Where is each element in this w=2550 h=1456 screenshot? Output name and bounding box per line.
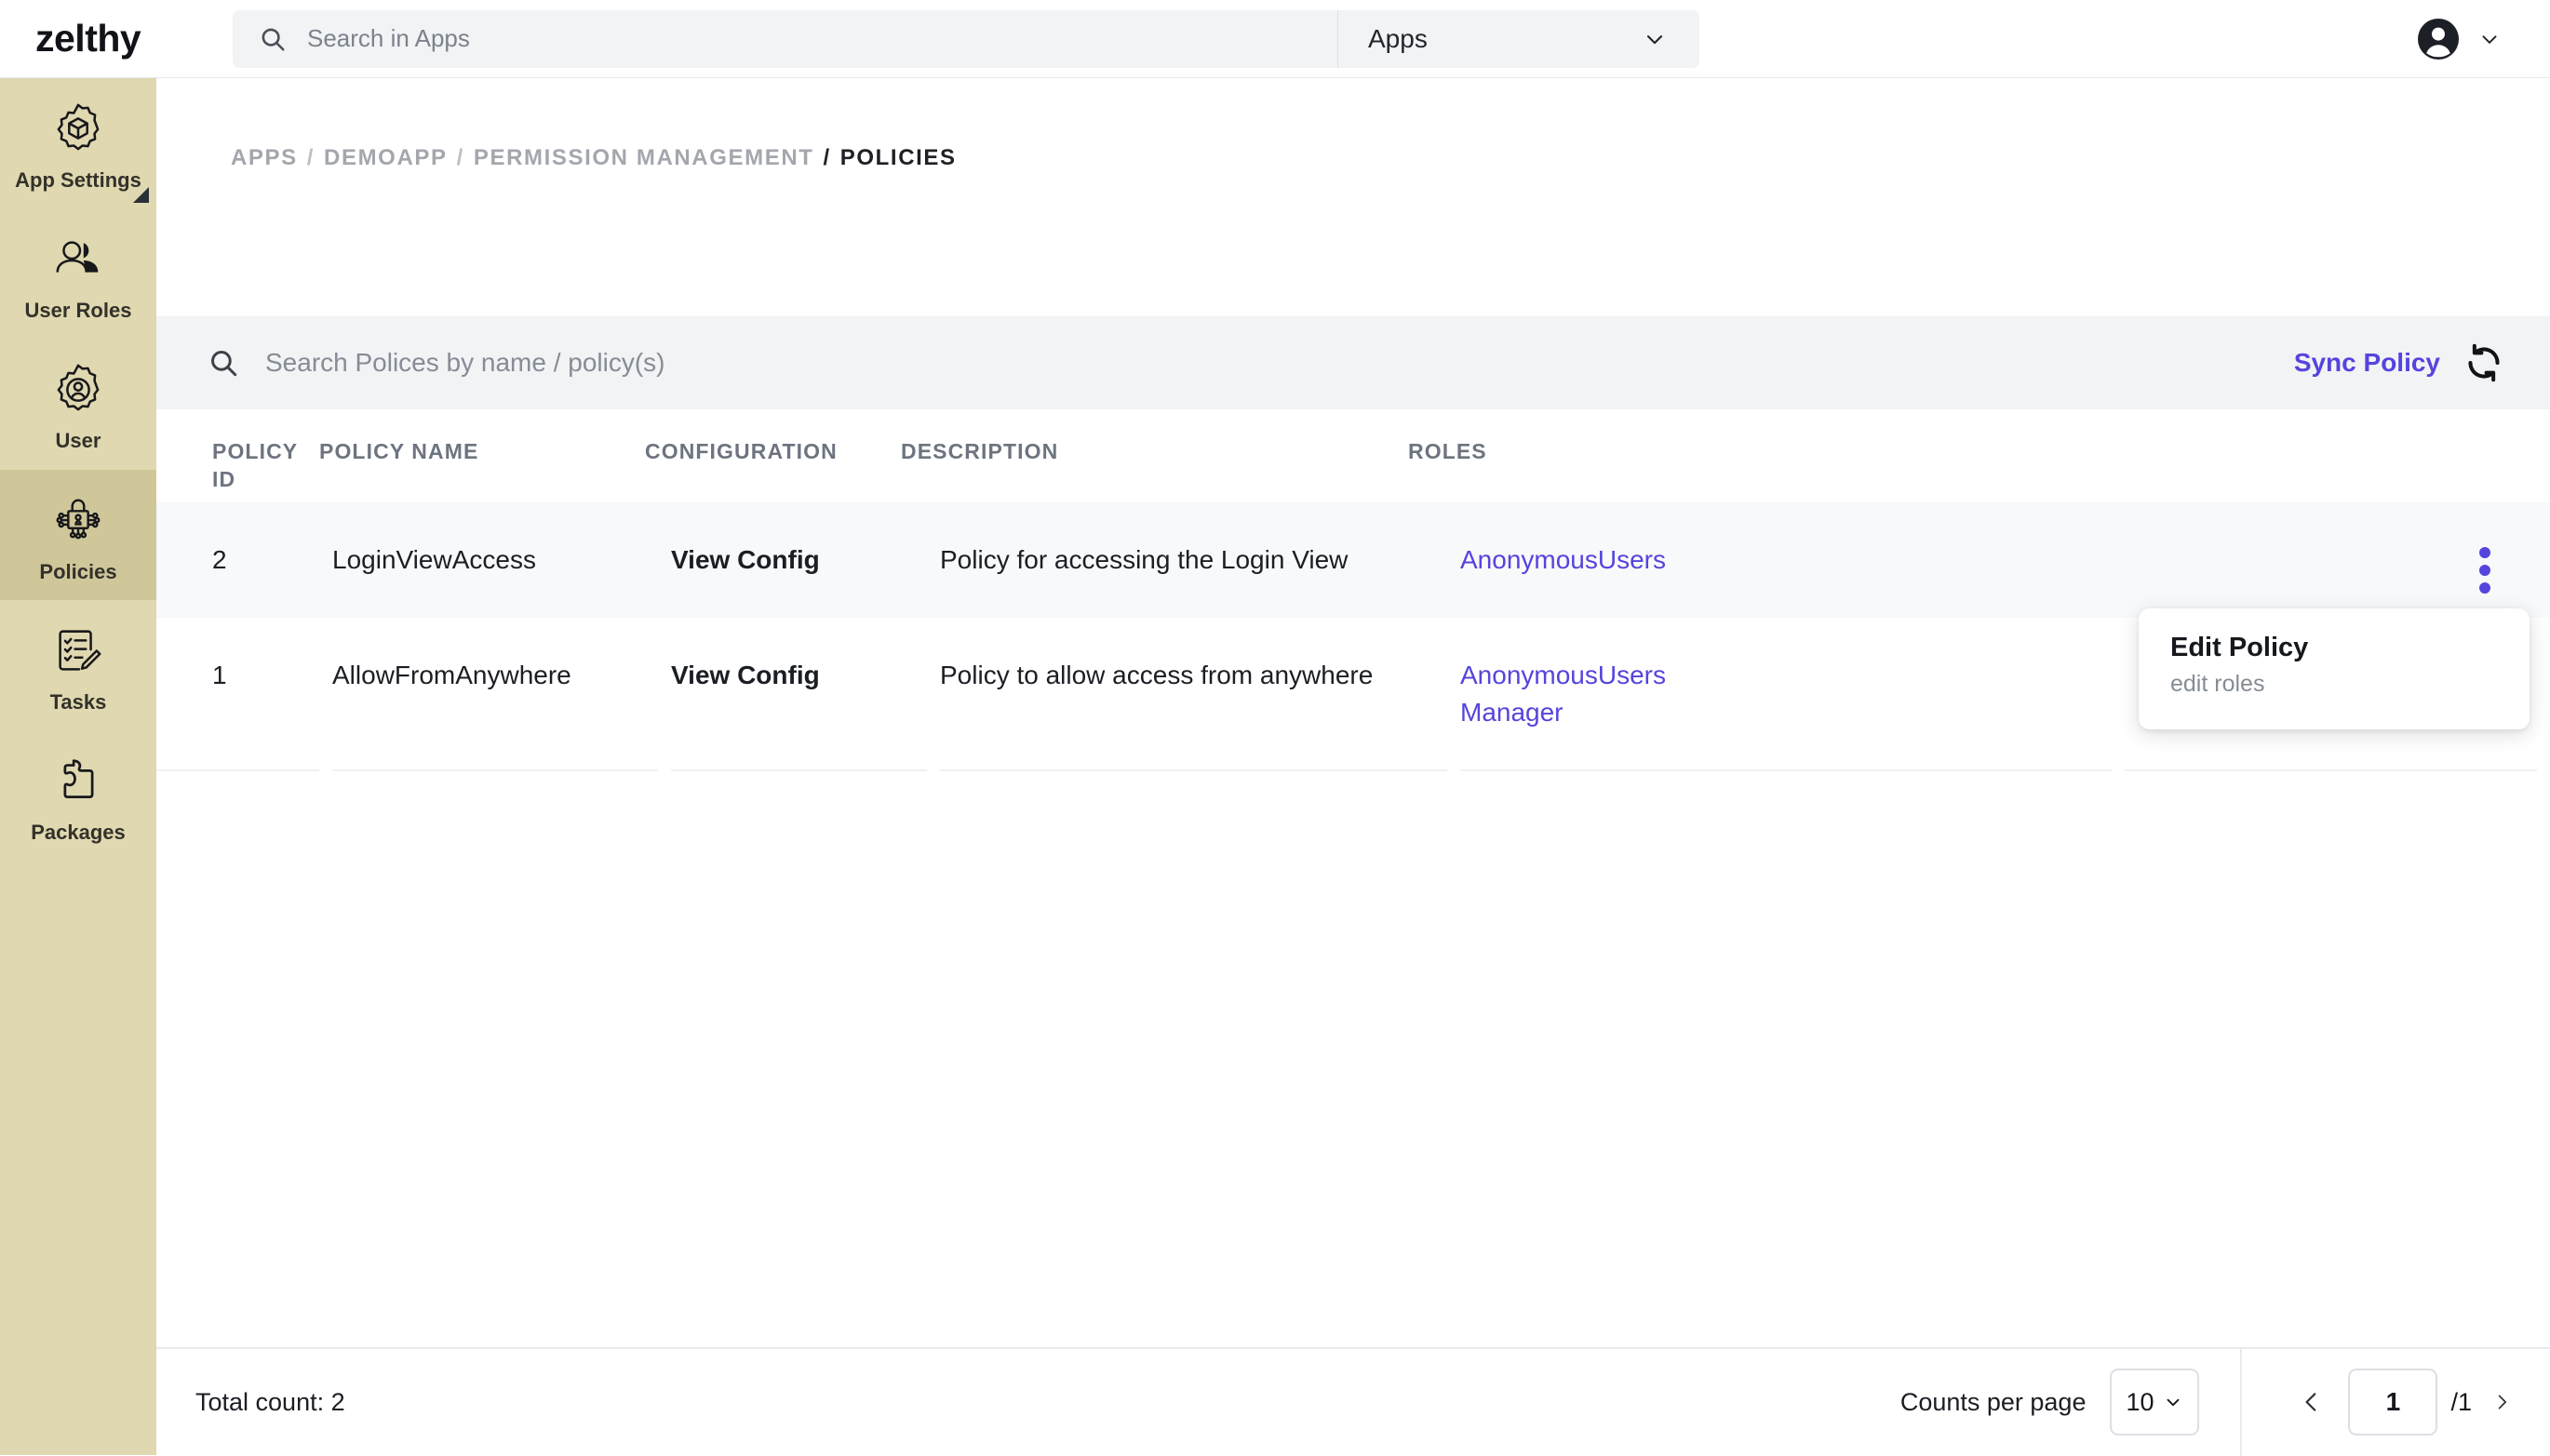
breadcrumb-item-demoapp[interactable]: DEMOAPP [324, 145, 448, 171]
sidebar-item-policies[interactable]: Policies [0, 469, 156, 600]
menu-item-edit-policy[interactable]: Edit Policy [2170, 633, 2530, 663]
cell-policy-id: 2 [212, 545, 227, 574]
breadcrumb: APPS / DEMOAPP / PERMISSION MANAGEMENT /… [156, 78, 2550, 171]
users-icon [49, 231, 107, 288]
breadcrumb-separator: / [306, 145, 315, 170]
pagination-controls: Counts per page 10 1 /1 [1900, 1348, 2550, 1456]
breadcrumb-item-permission-management[interactable]: PERMISSION MANAGEMENT [474, 145, 814, 171]
cell-actions [2125, 502, 2537, 618]
sidebar: App Settings User Roles User Policies Ta… [0, 78, 156, 1455]
sidebar-item-label: Policies [39, 559, 117, 583]
app-selector-dropdown[interactable]: Apps [1338, 10, 1699, 68]
role-link[interactable]: AnonymousUsers [1460, 657, 2112, 694]
sidebar-item-user[interactable]: User [0, 339, 156, 469]
breadcrumb-item-apps[interactable]: APPS [231, 145, 298, 171]
chevron-down-icon [1642, 26, 1668, 52]
app-selector-label: Apps [1368, 23, 1428, 53]
counts-per-page-value: 10 [2126, 1387, 2154, 1416]
column-header-roles: ROLES [1408, 439, 1487, 463]
search-icon [259, 25, 287, 53]
search-icon [208, 347, 239, 379]
avatar[interactable] [2416, 17, 2461, 61]
sidebar-item-label: User [55, 429, 101, 453]
column-header-policy-name: POLICY NAME [319, 439, 479, 463]
sidebar-item-user-roles[interactable]: User Roles [0, 208, 156, 339]
refresh-icon[interactable] [2464, 343, 2503, 382]
breadcrumb-separator: / [456, 145, 464, 170]
sidebar-item-label: App Settings [15, 168, 141, 192]
sync-policy-label: Sync Policy [2293, 348, 2440, 377]
user-menu[interactable] [2416, 17, 2550, 61]
breadcrumb-item-policies: POLICIES [839, 145, 957, 170]
role-link[interactable]: Manager [1460, 694, 2112, 731]
global-search-container: Search in Apps Apps [233, 9, 1699, 68]
view-config-link[interactable]: View Config [671, 618, 927, 772]
policy-search-input[interactable]: Search Polices by name / policy(s) [265, 348, 665, 378]
cell-policy-id: 1 [156, 618, 319, 772]
sidebar-item-tasks[interactable]: Tasks [0, 600, 156, 730]
cell-description: Policy to allow access from anywhere [940, 618, 1447, 772]
total-count-label: Total count: 2 [195, 1387, 345, 1416]
policy-context-menu[interactable]: Edit Policy edit roles [2139, 608, 2530, 729]
sidebar-item-label: Tasks [49, 689, 107, 714]
global-search-field[interactable]: Search in Apps [233, 9, 1338, 68]
column-header-actions [2060, 437, 2550, 502]
cell-policy-name: LoginViewAccess [332, 545, 536, 574]
gear-cube-icon [49, 100, 107, 158]
next-page-button[interactable] [2492, 1373, 2550, 1431]
main-content: APPS / DEMOAPP / PERMISSION MANAGEMENT /… [156, 78, 2550, 1456]
breadcrumb-separator: / [823, 145, 831, 170]
prev-page-button[interactable] [2283, 1373, 2341, 1431]
cell-roles: AnonymousUsers [1460, 502, 2112, 618]
menu-item-edit-roles[interactable]: edit roles [2170, 671, 2530, 698]
sidebar-item-app-settings[interactable]: App Settings [0, 78, 156, 208]
column-header-policy-id: POLICY ID [212, 439, 299, 492]
divider [2240, 1348, 2243, 1456]
sidebar-item-packages[interactable]: Packages [0, 730, 156, 861]
table-header: POLICY ID POLICY NAME CONFIGURATION DESC… [156, 409, 2550, 502]
gear-user-icon [49, 361, 107, 419]
kebab-menu-icon[interactable] [2477, 547, 2492, 594]
role-link[interactable]: AnonymousUsers [1460, 541, 2112, 579]
checklist-pencil-icon [49, 622, 107, 680]
counts-per-page-label: Counts per page [1899, 1387, 2087, 1416]
expand-marker-icon [133, 187, 149, 204]
sync-policy-button[interactable]: Sync Policy [2294, 343, 2503, 382]
table-row[interactable]: 2 LoginViewAccess View Config Policy for… [156, 502, 2550, 618]
chevron-down-icon [2163, 1392, 2183, 1412]
lock-circuit-icon [49, 492, 107, 550]
brand-logo[interactable]: zelthy [0, 17, 233, 60]
table-footer: Total count: 2 Counts per page 10 1 /1 [156, 1347, 2550, 1456]
total-pages-label: /1 [2450, 1387, 2472, 1416]
puzzle-piece-icon [49, 753, 107, 810]
cell-roles: AnonymousUsers Manager [1460, 618, 2112, 772]
sidebar-item-label: User Roles [24, 299, 132, 323]
global-search-placeholder: Search in Apps [307, 24, 470, 52]
sidebar-item-label: Packages [31, 820, 126, 844]
counts-per-page-select[interactable]: 10 [2110, 1369, 2200, 1436]
top-bar: zelthy Search in Apps Apps [0, 0, 2550, 78]
policy-search-bar: Search Polices by name / policy(s) Sync … [156, 316, 2550, 409]
column-header-description: DESCRIPTION [901, 439, 1059, 463]
cell-description: Policy for accessing the Login View [940, 545, 1349, 574]
current-page-input[interactable]: 1 [2348, 1369, 2438, 1436]
cell-policy-name: AllowFromAnywhere [332, 618, 658, 772]
chevron-down-icon [2477, 27, 2502, 51]
column-header-configuration: CONFIGURATION [645, 439, 838, 463]
view-config-link[interactable]: View Config [671, 502, 927, 618]
